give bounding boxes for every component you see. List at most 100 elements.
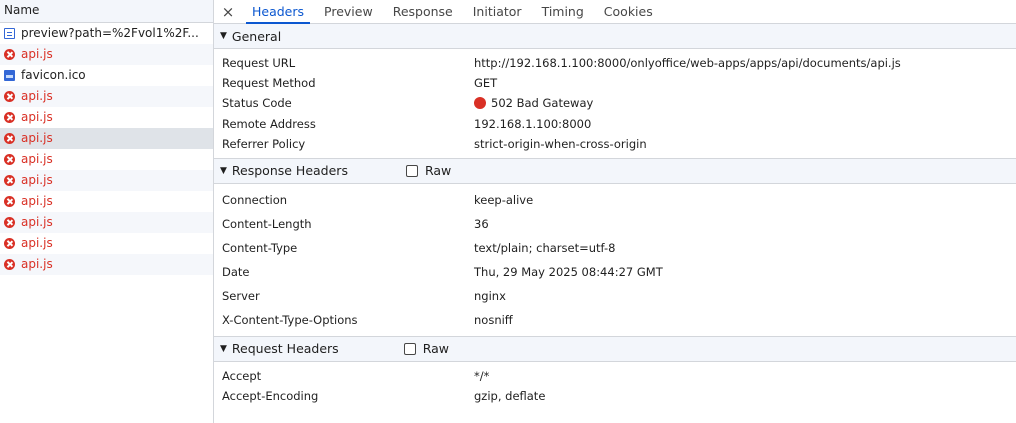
request-row[interactable]: api.js: [0, 128, 213, 149]
header-key: Referrer Policy: [222, 136, 306, 151]
general-row: Status Code 502 Bad Gateway: [222, 93, 1016, 113]
close-icon[interactable]: ×: [214, 0, 242, 23]
general-row: Referrer Policy strict-origin-when-cross…: [222, 134, 1016, 154]
request-row[interactable]: api.js: [0, 170, 213, 191]
request-header-row: Accept-Encoding gzip, deflate: [222, 386, 1016, 407]
request-headers-section: Accept */* Accept-Encoding gzip, deflate: [214, 362, 1016, 411]
tab-headers[interactable]: Headers: [242, 0, 314, 24]
response-headers-section-header[interactable]: ▼ Response Headers Raw: [214, 157, 1016, 184]
error-icon: [4, 238, 15, 249]
header-key: Status Code: [222, 96, 292, 111]
header-key: Accept-Encoding: [222, 389, 319, 404]
request-row[interactable]: api.js: [0, 149, 213, 170]
raw-toggle[interactable]: Raw: [403, 341, 449, 357]
request-row[interactable]: favicon.ico: [0, 65, 213, 86]
request-name: api.js: [21, 173, 53, 187]
response-header-row: Server nginx: [222, 284, 1016, 308]
section-title: Response Headers: [231, 163, 348, 179]
referrer-policy-value: strict-origin-when-cross-origin: [474, 136, 647, 151]
request-row[interactable]: api.js: [0, 254, 213, 275]
tab-initiator[interactable]: Initiator: [463, 0, 532, 23]
error-icon: [4, 196, 15, 207]
status-code-value: 502 Bad Gateway: [474, 93, 593, 113]
request-method-value: GET: [474, 76, 498, 91]
error-icon: [4, 154, 15, 165]
response-header-row: Content-Type text/plain; charset=utf-8: [222, 236, 1016, 260]
name-column-header[interactable]: Name: [0, 0, 213, 23]
request-name: api.js: [21, 215, 53, 229]
request-name: api.js: [21, 194, 53, 208]
tab-response[interactable]: Response: [383, 0, 463, 23]
response-header-row: Connection keep-alive: [222, 188, 1016, 212]
header-value: Thu, 29 May 2025 08:44:27 GMT: [474, 264, 663, 279]
header-key: Content-Length: [222, 216, 312, 231]
general-section: Request URL http://192.168.1.100:8000/on…: [214, 49, 1016, 158]
raw-toggle[interactable]: Raw: [405, 163, 452, 179]
document-icon: [4, 28, 15, 39]
header-key: Request Method: [222, 76, 316, 91]
request-row[interactable]: api.js: [0, 191, 213, 212]
error-icon: [4, 91, 15, 102]
error-icon: [4, 175, 15, 186]
response-header-row: X-Content-Type-Options nosniff: [222, 308, 1016, 332]
header-value: text/plain; charset=utf-8: [474, 240, 616, 255]
request-headers-section-header[interactable]: ▼ Request Headers Raw: [214, 335, 1016, 362]
error-icon: [4, 112, 15, 123]
error-icon: [4, 133, 15, 144]
header-key: X-Content-Type-Options: [222, 312, 358, 327]
error-icon: [4, 49, 15, 60]
request-name: api.js: [21, 257, 53, 271]
response-headers-section: Connection keep-alive Content-Length 36 …: [214, 184, 1016, 336]
raw-checkbox[interactable]: [403, 342, 416, 355]
response-header-row: Content-Length 36: [222, 212, 1016, 236]
tab-timing[interactable]: Timing: [532, 0, 594, 23]
section-title: General: [231, 28, 282, 44]
header-key: Date: [222, 264, 250, 279]
error-icon: [4, 217, 15, 228]
request-row[interactable]: api.js: [0, 233, 213, 254]
raw-checkbox[interactable]: [405, 164, 418, 177]
request-url-value: http://192.168.1.100:8000/onlyoffice/web…: [474, 56, 901, 70]
raw-label: Raw: [424, 163, 452, 179]
tab-preview[interactable]: Preview: [314, 0, 383, 23]
triangle-down-icon: ▼: [220, 31, 227, 41]
request-row[interactable]: preview?path=%2Fvol1%2F...: [0, 23, 213, 44]
request-name: api.js: [21, 131, 53, 145]
status-dot-icon: [474, 97, 486, 110]
request-name: favicon.ico: [21, 68, 86, 82]
request-name: api.js: [21, 152, 53, 166]
header-key: Content-Type: [222, 240, 298, 255]
request-name: preview?path=%2Fvol1%2F...: [21, 26, 199, 40]
header-key: Connection: [222, 192, 288, 207]
triangle-down-icon: ▼: [220, 343, 227, 354]
header-key: Request URL: [222, 56, 296, 70]
request-list: preview?path=%2Fvol1%2F... api.js favicon.…: [0, 23, 213, 275]
request-name: api.js: [21, 89, 53, 103]
request-header-row: Accept */*: [222, 366, 1016, 387]
request-row[interactable]: api.js: [0, 107, 213, 128]
request-list-panel: Name preview?path=%2Fvol1%2F... api.js fav…: [0, 0, 214, 423]
header-key: Server: [222, 288, 260, 303]
header-value: nosniff: [474, 312, 513, 327]
general-row: Request URL http://192.168.1.100:8000/on…: [222, 53, 1016, 73]
status-code-text: 502 Bad Gateway: [491, 96, 594, 111]
header-value: keep-alive: [474, 192, 534, 207]
tab-cookies[interactable]: Cookies: [594, 0, 663, 23]
general-section-header[interactable]: ▼ General: [214, 24, 1016, 49]
request-name: api.js: [21, 110, 53, 124]
request-row[interactable]: api.js: [0, 86, 213, 107]
headers-detail-panel: × Headers Preview Response Initiator Tim…: [214, 0, 1016, 423]
header-value: nginx: [474, 288, 506, 303]
request-row[interactable]: api.js: [0, 212, 213, 233]
request-row[interactable]: api.js: [0, 44, 213, 65]
general-row: Remote Address 192.168.1.100:8000: [222, 114, 1016, 134]
image-icon: [4, 70, 15, 81]
error-icon: [4, 259, 15, 270]
header-value: gzip, deflate: [474, 389, 546, 404]
remote-address-value: 192.168.1.100:8000: [474, 116, 592, 131]
header-value: 36: [474, 216, 489, 231]
raw-label: Raw: [422, 341, 449, 357]
general-row: Request Method GET: [222, 73, 1016, 93]
detail-tabbar: × Headers Preview Response Initiator Tim…: [214, 0, 1016, 24]
request-name: api.js: [21, 236, 53, 250]
